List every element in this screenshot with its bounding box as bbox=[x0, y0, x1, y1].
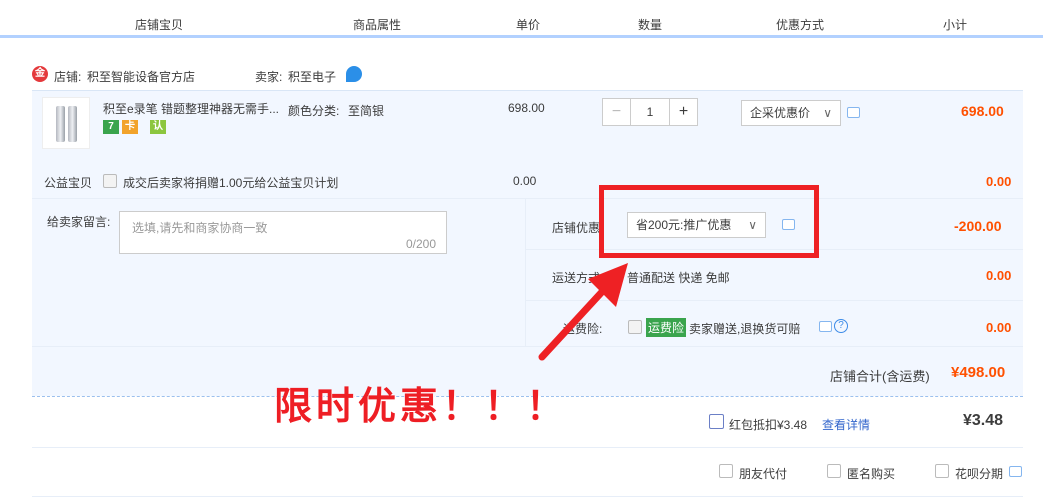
attr-label: 颜色分类: bbox=[288, 104, 340, 118]
redpacket-details-link[interactable]: 查看详情 bbox=[822, 416, 870, 433]
service-card-icon: 卡 bbox=[122, 120, 138, 134]
redpacket-checkbox[interactable] bbox=[709, 414, 724, 429]
product-title[interactable]: 积至e录笔 错题整理神器无需手... bbox=[103, 101, 283, 117]
message-label: 给卖家留言: bbox=[47, 215, 111, 229]
store-coupon-amount: -200.00 bbox=[954, 218, 1002, 234]
divider bbox=[32, 496, 1023, 497]
comment-icon[interactable] bbox=[847, 107, 860, 118]
col-subtotal: 小计 bbox=[943, 18, 968, 32]
promo-annotation: 限时优惠！！！ bbox=[274, 384, 569, 428]
insurance-badge: 运费险 bbox=[646, 318, 687, 337]
qty-decrease-button[interactable]: − bbox=[602, 98, 630, 126]
discount-select[interactable]: 企采优惠价 ∨ bbox=[741, 100, 841, 126]
store-total-label: 店铺合计(含运费) bbox=[830, 369, 930, 384]
arrow-annotation bbox=[538, 263, 628, 361]
store-coupon-label: 店铺优惠: bbox=[552, 221, 604, 235]
help-icon[interactable]: ? bbox=[834, 319, 848, 333]
seller-label: 卖家: bbox=[255, 70, 283, 84]
store-label: 店铺: bbox=[54, 70, 82, 84]
chat-icon[interactable] bbox=[346, 66, 362, 82]
service-cert-icon: 认 bbox=[150, 120, 166, 134]
col-discount: 优惠方式 bbox=[776, 18, 825, 32]
divider bbox=[32, 447, 1023, 448]
seller-name[interactable]: 积至电子 bbox=[288, 68, 336, 85]
message-counter: 0/200 bbox=[405, 237, 436, 251]
col-quantity: 数量 bbox=[638, 18, 663, 32]
message-textarea[interactable]: 选填,请先和商家协商一致 0/200 bbox=[119, 211, 447, 254]
divider bbox=[32, 346, 1023, 347]
anonymous-checkbox[interactable] bbox=[827, 464, 841, 478]
insurance-amount: 0.00 bbox=[986, 320, 1012, 335]
redpacket-amount: ¥3.48 bbox=[963, 412, 1004, 429]
divider bbox=[32, 198, 1023, 199]
store-total-amount: ¥498.00 bbox=[951, 364, 1006, 381]
attr-value: 至简银 bbox=[348, 104, 385, 118]
col-price: 单价 bbox=[516, 18, 541, 32]
col-attributes: 商品属性 bbox=[353, 18, 402, 32]
redpacket-label: 红包抵扣¥3.48 bbox=[729, 418, 808, 432]
qty-input[interactable]: 1 bbox=[630, 98, 670, 126]
chevron-down-icon: ∨ bbox=[823, 106, 832, 120]
item-subtotal: 698.00 bbox=[961, 103, 1004, 119]
comment-icon[interactable] bbox=[1009, 466, 1022, 477]
column-header: 店铺宝贝 商品属性 单价 数量 优惠方式 小计 bbox=[0, 0, 1043, 38]
charity-checkbox bbox=[103, 174, 117, 188]
product-image[interactable] bbox=[42, 97, 90, 149]
shop-badge-icon: 金 bbox=[32, 66, 48, 82]
huabei-checkbox[interactable] bbox=[935, 464, 949, 478]
qty-increase-button[interactable]: + bbox=[670, 98, 698, 126]
col-shop-item: 店铺宝贝 bbox=[135, 18, 184, 32]
charity-label: 公益宝贝 bbox=[44, 176, 93, 190]
service-7day-icon: 7 bbox=[103, 120, 119, 134]
charity-price: 0.00 bbox=[513, 174, 537, 188]
shop-row: 金 店铺: 积至智能设备官方店 卖家: 积至电子 bbox=[32, 60, 1023, 90]
quantity-stepper: − 1 + bbox=[602, 98, 698, 126]
store-name[interactable]: 积至智能设备官方店 bbox=[87, 68, 195, 85]
shipping-value: 普通配送 快递 免邮 bbox=[627, 271, 730, 285]
charity-subtotal: 0.00 bbox=[986, 174, 1012, 189]
divider-vertical bbox=[525, 198, 526, 346]
comment-icon[interactable] bbox=[819, 321, 832, 332]
huabei-label: 花呗分期 bbox=[955, 467, 1004, 481]
discount-select-value: 企采优惠价 bbox=[750, 106, 811, 120]
unit-price: 698.00 bbox=[508, 101, 545, 115]
insurance-text: 卖家赠送,退换货可赔 bbox=[689, 322, 801, 336]
friend-pay-label: 朋友代付 bbox=[739, 467, 788, 481]
friend-pay-checkbox[interactable] bbox=[719, 464, 733, 478]
charity-text: 成交后卖家将捐赠1.00元给公益宝贝计划 bbox=[123, 176, 339, 190]
anonymous-label: 匿名购买 bbox=[847, 467, 896, 481]
shipping-amount: 0.00 bbox=[986, 268, 1012, 283]
message-placeholder: 选填,请先和商家协商一致 bbox=[132, 221, 268, 235]
highlight-box bbox=[599, 185, 819, 258]
